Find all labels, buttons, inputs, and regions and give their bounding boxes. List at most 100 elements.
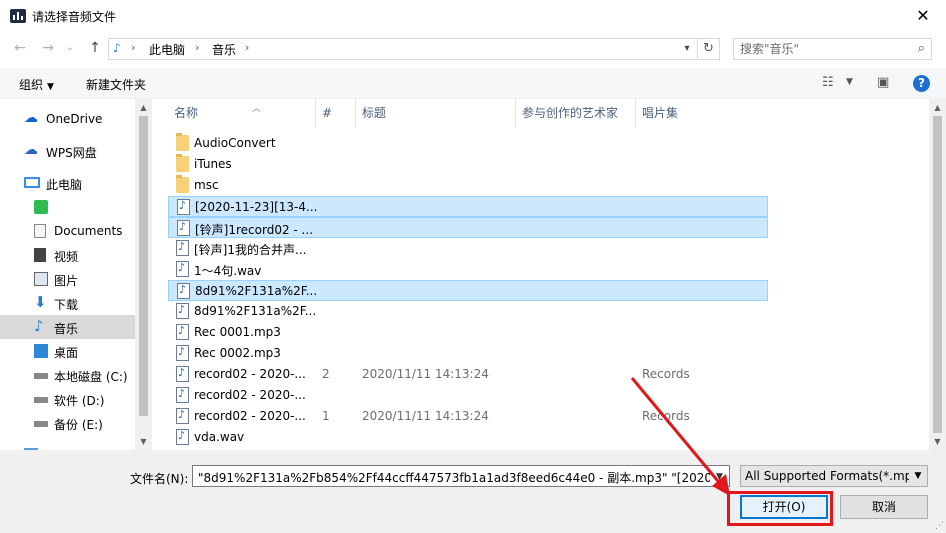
file-name: 1～4句.wav (194, 264, 262, 278)
navigation-pane: ☁ OneDrive ☁ WPS网盘 此电脑 Documents 视频 图片 ⬇… (0, 99, 152, 450)
file-row-selected[interactable]: 8d91%2F131a%2F... (168, 280, 768, 301)
file-row[interactable]: record02 - 2020-... 1 2020/11/11 14:13:24 R… (168, 406, 768, 427)
command-toolbar: 组织 ▼ 新建文件夹 ☷ ▼ ▣ ? (0, 68, 946, 99)
sidebar-item-drive-e[interactable]: 备份 (E:) (0, 411, 135, 435)
preview-pane-icon[interactable]: ▣ (877, 75, 889, 90)
music-icon: ♪ (34, 317, 44, 335)
file-row[interactable]: msc (168, 175, 768, 196)
filename-history-dropdown[interactable]: ▼ (710, 465, 730, 487)
sidebar-item-onedrive[interactable]: ☁ OneDrive (0, 107, 135, 131)
file-name: msc (194, 178, 219, 192)
file-row-selected[interactable]: [铃声]1record02 - ... (168, 217, 768, 238)
file-title: 2020/11/11 14:13:24 (362, 367, 489, 381)
file-row[interactable]: [铃声]1我的合并声... (168, 238, 768, 259)
file-name: iTunes (194, 157, 232, 171)
breadcrumb-separator[interactable]: › (195, 41, 199, 54)
search-box[interactable]: ⌕ (733, 38, 932, 60)
address-history-dropdown[interactable]: ▾ (677, 39, 697, 59)
column-header-name[interactable]: ︿ 名称 (168, 99, 316, 127)
audio-file-icon (176, 387, 189, 403)
breadcrumb-separator[interactable]: › (131, 41, 135, 54)
organize-menu[interactable]: 组织 ▼ (19, 76, 54, 93)
audio-file-icon (176, 429, 189, 445)
sidebar-scrollbar-thumb[interactable] (139, 116, 148, 416)
sidebar-item-music[interactable]: ♪ 音乐 (0, 315, 135, 339)
up-arrow-icon[interactable]: ↑ (85, 38, 105, 58)
audio-file-icon (176, 324, 189, 340)
sidebar-item-drive-d[interactable]: 软件 (D:) (0, 387, 135, 411)
breadcrumb-music[interactable]: 音乐 (212, 41, 236, 58)
sidebar-item-label: 图片 (54, 274, 79, 288)
sidebar-item-downloads[interactable]: ⬇ 下载 (0, 291, 135, 315)
audio-file-icon (177, 283, 190, 299)
document-icon (34, 224, 46, 238)
file-album: Records (642, 367, 690, 381)
search-icon[interactable]: ⌕ (918, 41, 925, 56)
breadcrumb-this-pc[interactable]: 此电脑 (149, 41, 185, 58)
file-row[interactable]: record02 - 2020-... 2 2020/11/11 14:13:24 R… (168, 364, 768, 385)
file-row-selected[interactable]: [2020-11-23][13-4... (168, 196, 768, 217)
sidebar-item-wps-cloud[interactable]: ☁ WPS网盘 (0, 139, 135, 163)
file-name: Rec 0001.mp3 (194, 325, 281, 339)
sidebar-item-documents[interactable]: Documents (0, 219, 135, 243)
file-name: record02 - 2020-... (194, 388, 306, 402)
column-header-artist[interactable]: 参与创作的艺术家 (516, 99, 636, 127)
help-icon[interactable]: ? (913, 75, 930, 92)
file-name: record02 - 2020-... (194, 409, 306, 423)
file-row[interactable]: Rec 0001.mp3 (168, 322, 768, 343)
file-album: Records (642, 409, 690, 423)
refresh-icon[interactable]: ↻ (698, 38, 720, 60)
sidebar-item-desktop[interactable]: 桌面 (0, 339, 135, 363)
folder-icon (176, 154, 189, 172)
music-location-icon: ♪ (113, 41, 121, 55)
cancel-button[interactable]: 取消 (840, 495, 928, 519)
column-header-album[interactable]: 唱片集 (636, 99, 756, 127)
audio-file-icon (176, 408, 189, 424)
chevron-down-icon[interactable]: ▼ (846, 77, 853, 87)
breadcrumb-separator[interactable]: › (245, 41, 249, 54)
sidebar-item-label: 视频 (54, 250, 79, 264)
sidebar-item-drive-c[interactable]: 本地磁盘 (C:) (0, 363, 135, 387)
scroll-up-arrow-icon[interactable]: ▲ (135, 99, 152, 116)
folder-icon (176, 175, 189, 193)
column-header-number[interactable]: # (316, 99, 356, 127)
close-button[interactable]: ✕ (900, 0, 946, 32)
scroll-up-arrow-icon[interactable]: ▲ (929, 99, 946, 116)
column-header-title[interactable]: 标题 (356, 99, 516, 127)
sidebar-item-network[interactable]: 网络 (0, 443, 135, 450)
file-row[interactable]: vda.wav (168, 427, 768, 448)
folder-icon (176, 133, 189, 151)
sidebar-item-videos[interactable]: 视频 (0, 243, 135, 267)
file-row[interactable]: 1～4句.wav (168, 259, 768, 280)
search-input[interactable] (740, 41, 900, 57)
audio-file-icon (176, 261, 189, 277)
file-type-filter-value: All Supported Formats(*.mp3 (745, 469, 920, 483)
forward-arrow-icon[interactable]: → (38, 38, 58, 58)
file-row[interactable]: record02 - 2020-... (168, 385, 768, 406)
sidebar-item-this-pc[interactable]: 此电脑 (0, 171, 135, 195)
sidebar-item-label: 本地磁盘 (C:) (54, 370, 128, 384)
sidebar-item-wps-app[interactable] (0, 195, 135, 219)
recent-locations-chevron-icon[interactable]: ⌄ (60, 38, 80, 58)
file-row[interactable]: AudioConvert (168, 133, 768, 154)
file-list-scrollbar-thumb[interactable] (933, 116, 942, 433)
sidebar-item-pictures[interactable]: 图片 (0, 267, 135, 291)
address-bar[interactable]: ♪ › 此电脑 › 音乐 › ▾ (108, 38, 698, 60)
file-row[interactable]: 8d91%2F131a%2F... (168, 301, 768, 322)
file-row[interactable]: Rec 0002.mp3 (168, 343, 768, 364)
audio-file-icon (176, 345, 189, 361)
new-folder-button[interactable]: 新建文件夹 (86, 76, 146, 93)
sidebar-item-label: Documents (54, 224, 123, 238)
file-name: 8d91%2F131a%2F... (194, 304, 317, 318)
back-arrow-icon[interactable]: ← (10, 38, 30, 58)
file-row[interactable]: iTunes (168, 154, 768, 175)
scroll-down-arrow-icon[interactable]: ▼ (135, 433, 152, 450)
filename-field[interactable]: "8d91%2F131a%2Fb854%2Ff44ccff447573fb1a1… (192, 465, 730, 487)
sidebar-item-label: OneDrive (46, 112, 103, 126)
video-icon (34, 248, 46, 262)
view-options-icon[interactable]: ☷ (822, 75, 834, 90)
file-name: vda.wav (194, 430, 245, 444)
scroll-down-arrow-icon[interactable]: ▼ (929, 433, 946, 450)
resize-grip-icon[interactable]: ⋰ (935, 521, 944, 531)
file-type-filter[interactable]: All Supported Formats(*.mp3 ▼ (740, 465, 928, 487)
